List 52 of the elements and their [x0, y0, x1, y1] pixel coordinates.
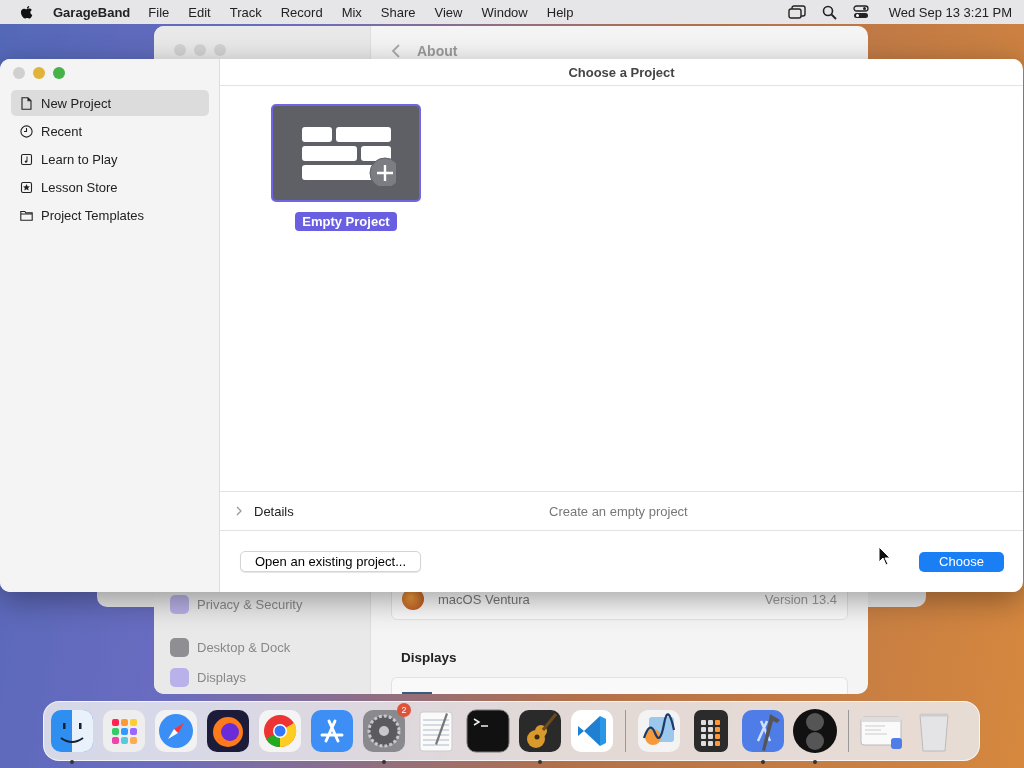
menu-item[interactable]: File: [148, 4, 170, 20]
sidebar-item[interactable]: Learn to Play: [11, 146, 209, 172]
control-center-icon[interactable]: [852, 5, 869, 19]
menu-item[interactable]: Mix: [341, 4, 362, 20]
empty-project-tile[interactable]: [271, 104, 421, 202]
sidebar-item[interactable]: New Project: [11, 90, 209, 116]
scribble-icon[interactable]: [636, 708, 682, 754]
app-store-icon[interactable]: [309, 708, 355, 754]
window-title: Choose a Project: [568, 64, 675, 80]
sidebar-item[interactable]: Project Templates: [11, 202, 209, 228]
menu-item[interactable]: Share: [380, 4, 416, 20]
section-title: Displays: [401, 650, 458, 665]
clock-text: Wed Sep 13 3:21 PM: [888, 4, 1012, 20]
zoom-button[interactable]: [53, 67, 65, 79]
hammer-icon[interactable]: [740, 708, 786, 754]
clock-icon: [20, 124, 33, 138]
back-chevron-icon[interactable]: [391, 44, 401, 58]
face-icon[interactable]: [49, 708, 95, 754]
notification-badge: 2: [397, 703, 411, 717]
gear-icon[interactable]: [361, 708, 407, 754]
app-grid-icon[interactable]: [101, 708, 147, 754]
project-description: Create an empty project: [549, 503, 688, 519]
sidebar-item[interactable]: Lesson Store: [11, 174, 209, 200]
search-icon[interactable]: [821, 4, 837, 20]
pointer-icon: [878, 546, 892, 566]
terminal-icon[interactable]: [465, 708, 511, 754]
menu-item[interactable]: Edit: [188, 4, 211, 20]
window-stack-icon[interactable]: [787, 5, 806, 19]
app-name-menu[interactable]: GarageBand: [53, 4, 131, 20]
music-note-icon: [20, 152, 33, 166]
window-title: About: [417, 43, 458, 59]
choose-button[interactable]: Choose: [919, 551, 1004, 572]
chevron-icon[interactable]: [235, 506, 243, 516]
menu-item[interactable]: View: [434, 4, 463, 20]
sidebar-item[interactable]: Recent: [11, 118, 209, 144]
os-version: Version 13.4: [764, 591, 837, 607]
document-icon: [20, 96, 33, 110]
code-icon[interactable]: [569, 708, 615, 754]
os-name: macOS Ventura: [438, 591, 530, 607]
ring-icon[interactable]: [257, 708, 303, 754]
menu-item[interactable]: Record: [280, 4, 323, 20]
folder-icon: [20, 208, 33, 222]
details-disclosure[interactable]: Details: [254, 503, 294, 519]
compass-icon[interactable]: [153, 708, 199, 754]
guitar-icon[interactable]: [517, 708, 563, 754]
menu-item[interactable]: Window: [481, 4, 528, 20]
apple-logo-icon[interactable]: [20, 4, 33, 20]
menu-item[interactable]: Help: [546, 4, 574, 20]
open-project-button[interactable]: Open an existing project...: [240, 551, 422, 572]
tile-label: Empty Project: [295, 212, 397, 231]
circles-icon[interactable]: [792, 708, 838, 754]
menu-item[interactable]: Track: [229, 4, 262, 20]
